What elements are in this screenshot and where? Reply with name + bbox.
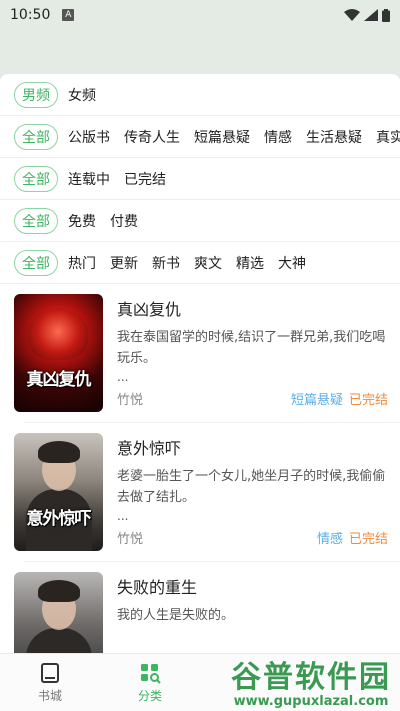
book-icon [41,662,59,683]
book-item[interactable]: 意外惊吓 意外惊吓 老婆一胎生了一个女儿,她坐月子的时候,我偷偷去做了结扎。 .… [0,423,400,561]
filter-option[interactable]: 已完结 [124,169,166,189]
filter-chip-active[interactable]: 全部 [14,123,58,150]
wifi-icon [344,9,360,21]
category-panel: 男频 女频 全部 公版书 传奇人生 短篇悬疑 情感 生活悬疑 真实 全部 连载中… [0,74,400,700]
category-tag: 短篇悬疑 [290,393,343,408]
book-description: 老婆一胎生了一个女儿,她坐月子的时候,我偷偷去做了结扎。 [117,469,386,505]
filter-row-price: 全部 免费 付费 [0,200,400,242]
book-title[interactable]: 失败的重生 [117,574,388,598]
signal-icon [364,9,378,21]
filter-option[interactable]: 爽文 [194,253,222,273]
book-tags: 短篇悬疑 已完结 [291,389,388,408]
cover-title: 意外惊吓 [26,509,92,529]
filter-chip-active[interactable]: 全部 [14,165,58,192]
book-author: 竹悦 [117,393,144,408]
filter-option[interactable]: 真实 [376,127,400,147]
battery-icon [382,8,390,22]
book-list: 真凶复仇 真凶复仇 我在泰国留学的时候,结识了一群兄弟,我们吃喝玩乐。 ... … [0,284,400,700]
book-author: 竹悦 [117,532,144,547]
notification-icon: A [62,9,75,21]
book-meta: 竹悦 情感 已完结 [117,528,388,547]
filter-option[interactable]: 公版书 [68,127,110,147]
filter-option[interactable]: 更新 [110,253,138,273]
book-cover[interactable]: 意外惊吓 [14,433,103,551]
nav-bookstore[interactable]: 书城 [0,654,100,711]
book-tags: 情感 已完结 [317,528,388,547]
filter-option[interactable]: 大神 [278,253,306,273]
figure-hair [38,580,80,602]
filter-row-gender: 男频 女频 [0,74,400,116]
watermark-text: 谷普软件园 [231,659,391,695]
filter-option[interactable]: 生活悬疑 [306,127,362,147]
status-time: 10:50 [10,7,51,23]
book-info: 意外惊吓 老婆一胎生了一个女儿,她坐月子的时候,我偷偷去做了结扎。 ... 竹悦… [117,433,388,551]
book-description: 我在泰国留学的时候,结识了一群兄弟,我们吃喝玩乐。 [117,330,386,366]
book-ellipsis: ... [117,509,129,523]
filter-option[interactable]: 短篇悬疑 [194,127,250,147]
filter-option[interactable]: 女频 [68,85,96,105]
book-title[interactable]: 意外惊吓 [117,435,388,459]
status-bar: 10:50 A [0,0,400,30]
book-cover[interactable]: 真凶复仇 [14,294,103,412]
watermark-logo: 谷普软件园 www.gupuxlazal.com [226,651,396,709]
cover-title: 真凶复仇 [26,370,92,390]
nav-label: 分类 [137,688,162,703]
figure-hair [38,441,80,463]
filter-option[interactable]: 新书 [152,253,180,273]
watermark-url: www.gupuxlazal.com [233,693,389,709]
filter-option[interactable]: 精选 [236,253,264,273]
status-tag: 已完结 [348,532,388,547]
filter-chip-active[interactable]: 男频 [14,81,58,108]
category-tag: 情感 [316,532,343,547]
filter-option[interactable]: 热门 [68,253,96,273]
category-icon [141,663,161,684]
status-tag: 已完结 [348,393,388,408]
book-description: 我的人生是失败的。 [117,608,235,623]
filter-row-genre: 全部 公版书 传奇人生 短篇悬疑 情感 生活悬疑 真实 [0,116,400,158]
nav-category[interactable]: 分类 [100,654,200,711]
book-ellipsis: ... [117,370,129,384]
filter-chip-active[interactable]: 全部 [14,207,58,234]
filter-option[interactable]: 连载中 [68,169,110,189]
nav-label: 书城 [37,688,62,703]
filter-row-progress: 全部 连载中 已完结 [0,158,400,200]
status-icons [344,8,390,22]
filter-row-sort: 全部 热门 更新 新书 爽文 精选 大神 [0,242,400,284]
book-meta: 竹悦 短篇悬疑 已完结 [117,389,388,408]
book-title[interactable]: 真凶复仇 [117,296,388,320]
book-info: 真凶复仇 我在泰国留学的时候,结识了一群兄弟,我们吃喝玩乐。 ... 竹悦 短篇… [117,294,388,412]
filter-chip-active[interactable]: 全部 [14,249,58,276]
dragon-art [28,308,88,360]
filter-option[interactable]: 传奇人生 [124,127,180,147]
book-item[interactable]: 真凶复仇 真凶复仇 我在泰国留学的时候,结识了一群兄弟,我们吃喝玩乐。 ... … [0,284,400,422]
filter-option[interactable]: 付费 [110,211,138,231]
filter-option[interactable]: 情感 [264,127,292,147]
filter-option[interactable]: 免费 [68,211,96,231]
